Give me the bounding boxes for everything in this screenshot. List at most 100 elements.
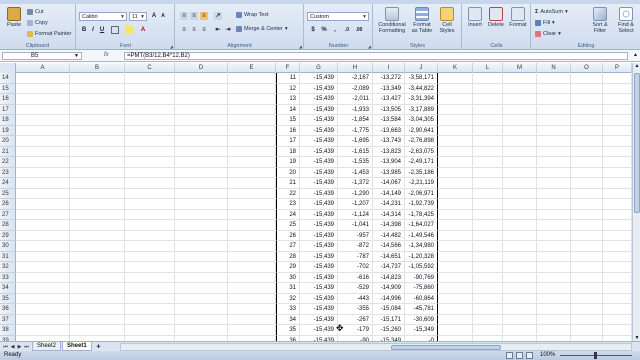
- cell-a14[interactable]: [16, 73, 70, 84]
- cell-h18[interactable]: -1,854: [338, 115, 373, 126]
- horizontal-scroll-thumb[interactable]: [391, 345, 501, 350]
- cell-b28[interactable]: [70, 220, 125, 231]
- increase-decimal-icon[interactable]: .0: [343, 26, 351, 34]
- cell-k22[interactable]: [438, 157, 473, 168]
- cell-h27[interactable]: -1,124: [338, 209, 373, 220]
- cell-o27[interactable]: [571, 209, 603, 220]
- cell-d26[interactable]: [175, 199, 228, 210]
- cell-p23[interactable]: [603, 167, 632, 178]
- cell-b14[interactable]: [70, 73, 125, 84]
- cell-k33[interactable]: [438, 272, 473, 283]
- cell-h28[interactable]: -1,041: [338, 220, 373, 231]
- cell-c36[interactable]: [125, 304, 175, 315]
- cell-o31[interactable]: [571, 251, 603, 262]
- cell-m16[interactable]: [503, 94, 537, 105]
- cell-g14[interactable]: -15,439: [300, 73, 338, 84]
- cell-c16[interactable]: [125, 94, 175, 105]
- cell-m36[interactable]: [503, 304, 537, 315]
- cell-f32[interactable]: 29: [276, 262, 300, 273]
- indent-increase-icon[interactable]: ⇥: [224, 26, 232, 34]
- align-left-icon[interactable]: ≡: [180, 26, 188, 34]
- insert-sheet-icon[interactable]: ✚: [95, 343, 102, 351]
- cell-e34[interactable]: [228, 283, 276, 294]
- cell-h35[interactable]: -443: [338, 293, 373, 304]
- cell-b17[interactable]: [70, 104, 125, 115]
- cell-m34[interactable]: [503, 283, 537, 294]
- sheet-tab-sheet1[interactable]: Sheet1: [62, 342, 92, 351]
- cell-k29[interactable]: [438, 230, 473, 241]
- cell-n23[interactable]: [537, 167, 571, 178]
- cell-h15[interactable]: -2,089: [338, 83, 373, 94]
- cell-c25[interactable]: [125, 188, 175, 199]
- cell-n16[interactable]: [537, 94, 571, 105]
- row-header[interactable]: 23: [0, 167, 16, 178]
- cell-k19[interactable]: [438, 125, 473, 136]
- cell-l15[interactable]: [473, 83, 503, 94]
- cell-h20[interactable]: -1,695: [338, 136, 373, 147]
- horizontal-scrollbar[interactable]: [120, 343, 632, 351]
- formula-input[interactable]: =PMT(B3/12,B4*12,B2): [124, 52, 628, 60]
- cell-l27[interactable]: [473, 209, 503, 220]
- cell-a21[interactable]: [16, 146, 70, 157]
- cell-d18[interactable]: [175, 115, 228, 126]
- cell-o24[interactable]: [571, 178, 603, 189]
- cell-o32[interactable]: [571, 262, 603, 273]
- cell-h34[interactable]: -529: [338, 283, 373, 294]
- cell-g33[interactable]: -15,439: [300, 272, 338, 283]
- cell-e18[interactable]: [228, 115, 276, 126]
- cell-j28[interactable]: -1,64,027: [405, 220, 438, 231]
- worksheet-grid[interactable]: ABCDEFGHIJKLMNOP 14 11 -15,439 -2,167 -13,27…: [0, 63, 632, 341]
- cell-a25[interactable]: [16, 188, 70, 199]
- cell-g34[interactable]: -15,439: [300, 283, 338, 294]
- cell-i27[interactable]: -14,314: [373, 209, 405, 220]
- cell-p29[interactable]: [603, 230, 632, 241]
- cell-c17[interactable]: [125, 104, 175, 115]
- column-header-a[interactable]: A: [16, 63, 70, 73]
- percent-icon[interactable]: %: [320, 26, 328, 34]
- cell-o34[interactable]: [571, 283, 603, 294]
- cell-h32[interactable]: -702: [338, 262, 373, 273]
- last-sheet-icon[interactable]: ⏭: [23, 343, 30, 351]
- cell-e38[interactable]: [228, 325, 276, 336]
- cell-l18[interactable]: [473, 115, 503, 126]
- cell-i22[interactable]: -13,904: [373, 157, 405, 168]
- cell-f33[interactable]: 30: [276, 272, 300, 283]
- cell-f17[interactable]: 14: [276, 104, 300, 115]
- cell-g21[interactable]: -15,439: [300, 146, 338, 157]
- cell-l20[interactable]: [473, 136, 503, 147]
- clear-button[interactable]: Clear ▾: [535, 31, 561, 37]
- cell-a17[interactable]: [16, 104, 70, 115]
- cell-e22[interactable]: [228, 157, 276, 168]
- column-header-o[interactable]: O: [571, 63, 603, 73]
- cell-l22[interactable]: [473, 157, 503, 168]
- cell-b21[interactable]: [70, 146, 125, 157]
- insert-button[interactable]: Insert: [465, 7, 485, 28]
- cell-p34[interactable]: [603, 283, 632, 294]
- cell-n34[interactable]: [537, 283, 571, 294]
- cell-f16[interactable]: 13: [276, 94, 300, 105]
- cell-d38[interactable]: [175, 325, 228, 336]
- align-middle-icon[interactable]: ≡: [190, 12, 198, 20]
- cell-i36[interactable]: -15,084: [373, 304, 405, 315]
- cell-p14[interactable]: [603, 73, 632, 84]
- row-header[interactable]: 27: [0, 209, 16, 220]
- cell-e32[interactable]: [228, 262, 276, 273]
- cell-a22[interactable]: [16, 157, 70, 168]
- zoom-slider-thumb[interactable]: [594, 352, 597, 359]
- align-bottom-icon[interactable]: ≡: [200, 12, 208, 20]
- format-button[interactable]: Format: [508, 7, 528, 28]
- align-center-icon[interactable]: ≡: [190, 26, 198, 34]
- column-header-i[interactable]: I: [373, 63, 405, 73]
- cell-b15[interactable]: [70, 83, 125, 94]
- cell-n36[interactable]: [537, 304, 571, 315]
- cell-n35[interactable]: [537, 293, 571, 304]
- column-header-j[interactable]: J: [405, 63, 438, 73]
- cell-h14[interactable]: -2,167: [338, 73, 373, 84]
- row-header[interactable]: 26: [0, 199, 16, 210]
- cell-j16[interactable]: -3,31,394: [405, 94, 438, 105]
- cell-e23[interactable]: [228, 167, 276, 178]
- cell-p36[interactable]: [603, 304, 632, 315]
- cell-n19[interactable]: [537, 125, 571, 136]
- cell-a15[interactable]: [16, 83, 70, 94]
- prev-sheet-icon[interactable]: ◀: [9, 343, 16, 351]
